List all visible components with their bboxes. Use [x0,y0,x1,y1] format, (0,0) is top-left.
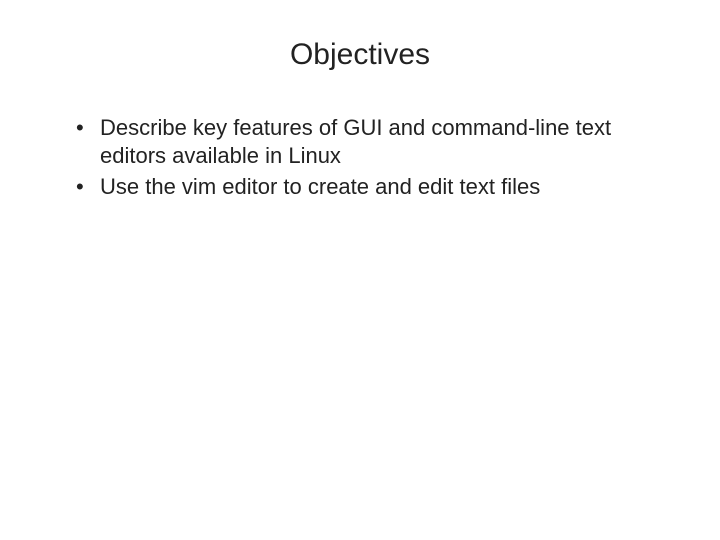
slide-title: Objectives [50,38,670,72]
list-item: Describe key features of GUI and command… [76,114,670,169]
list-item: Use the vim editor to create and edit te… [76,173,670,201]
bullet-list: Describe key features of GUI and command… [50,114,670,201]
